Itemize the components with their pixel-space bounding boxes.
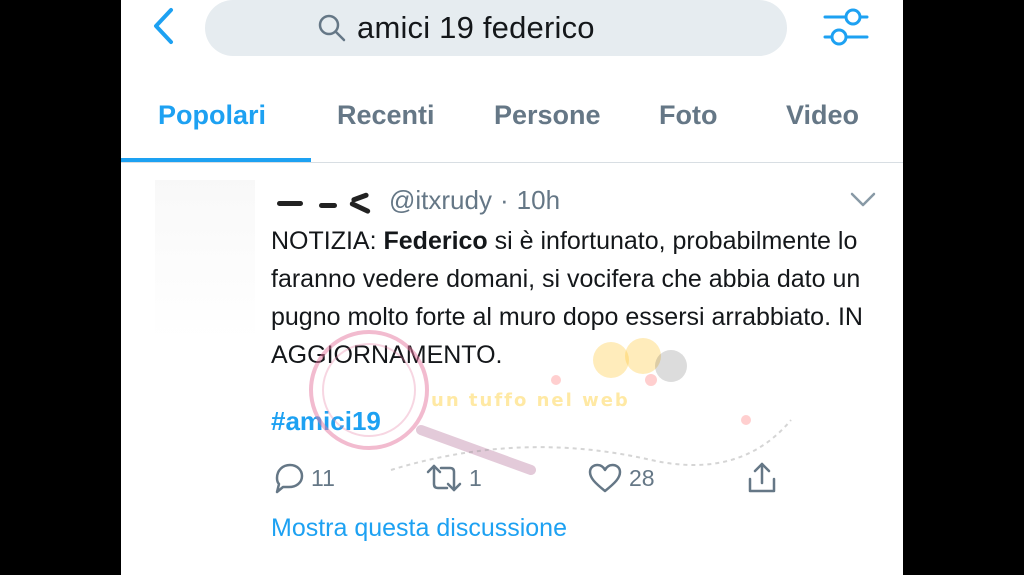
search-bar[interactable]: amici 19 federico <box>205 0 787 56</box>
filter-sliders-icon <box>823 8 869 46</box>
tab-video[interactable]: Video <box>786 100 859 131</box>
reply-count: 11 <box>311 464 335 491</box>
tab-persone[interactable]: Persone <box>494 100 601 131</box>
like-count: 28 <box>629 464 655 491</box>
retweet-button[interactable]: 1 <box>425 458 482 498</box>
display-name-redacted[interactable] <box>271 189 381 215</box>
search-query[interactable]: amici 19 federico <box>357 10 595 46</box>
watermark-text: un tuffo nel web <box>431 390 630 411</box>
separator: · <box>499 184 509 215</box>
search-icon <box>317 13 347 43</box>
retweet-icon <box>426 464 462 492</box>
share-button[interactable] <box>745 458 785 498</box>
tweet-time: 10h <box>516 184 561 215</box>
tab-recenti[interactable]: Recenti <box>337 100 435 131</box>
reply-button[interactable]: 11 <box>271 458 335 498</box>
search-tabs: Popolari Recenti Persone Foto Video <box>121 92 903 164</box>
tweet-header: @itxrudy · 10h <box>271 180 831 220</box>
back-button[interactable] <box>147 6 181 46</box>
tweet-menu-button[interactable] <box>847 186 879 214</box>
share-icon <box>748 462 776 493</box>
retweet-count: 1 <box>469 464 482 491</box>
show-thread-link[interactable]: Mostra questa discussione <box>271 514 567 543</box>
avatar[interactable] <box>155 180 255 340</box>
filter-button[interactable] <box>821 2 871 52</box>
reply-icon <box>275 463 304 494</box>
tab-foto[interactable]: Foto <box>659 100 717 131</box>
tweet-text-prefix: NOTIZIA: <box>271 227 384 255</box>
twitter-search-screen: amici 19 federico Popolari Recenti Perso… <box>121 0 903 575</box>
like-icon <box>588 463 622 493</box>
tweet-handle[interactable]: @itxrudy <box>389 185 492 216</box>
hashtag-link[interactable]: #amici19 <box>271 406 381 437</box>
tweet-text-bold: Federico <box>383 227 488 255</box>
tweet-text: NOTIZIA: Federico si è infortunato, prob… <box>271 222 871 374</box>
like-button[interactable]: 28 <box>587 458 655 498</box>
divider <box>121 162 903 163</box>
back-chevron-icon <box>154 8 173 44</box>
tab-popolari[interactable]: Popolari <box>158 100 266 131</box>
chevron-down-icon <box>850 192 876 207</box>
